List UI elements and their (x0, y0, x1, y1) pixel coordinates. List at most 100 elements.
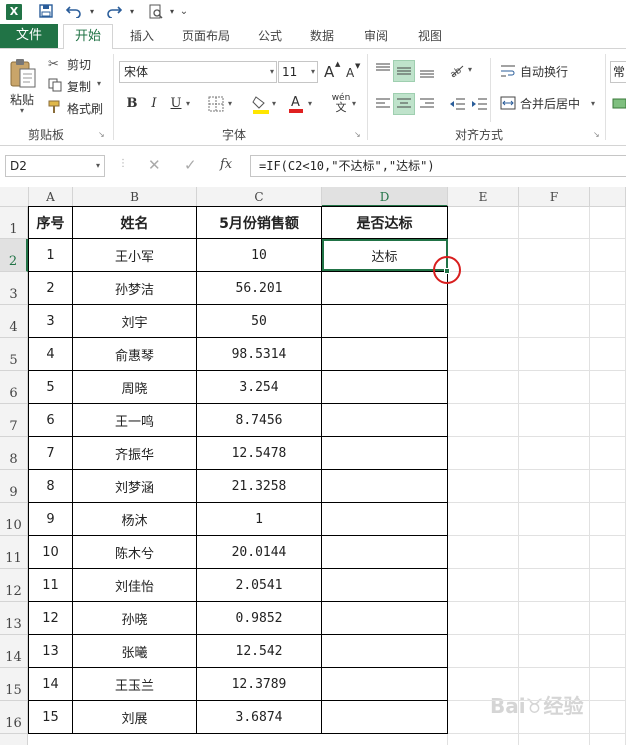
save-icon[interactable] (38, 4, 54, 20)
font-size-select[interactable]: 11 ▾ (278, 61, 318, 83)
cell-sales[interactable]: 21.3258 (197, 470, 322, 503)
cell-id[interactable]: 5 (29, 371, 73, 404)
column-header-partial[interactable] (590, 187, 626, 207)
print-preview-icon[interactable] (148, 4, 164, 20)
font-color-dropdown-icon[interactable]: ▾ (308, 99, 312, 108)
cell-name[interactable]: 刘展 (73, 701, 197, 734)
merge-dropdown-icon[interactable]: ▾ (591, 99, 595, 108)
row-header-10[interactable]: 10 (0, 503, 28, 536)
row-header-7[interactable]: 7 (0, 404, 28, 437)
header-cell[interactable]: 是否达标 (322, 207, 448, 239)
cut-button[interactable]: 剪切 (67, 55, 91, 75)
header-cell[interactable]: 姓名 (73, 207, 197, 239)
cell-id[interactable]: 11 (29, 569, 73, 602)
cell-status[interactable] (322, 668, 448, 701)
tab-view[interactable]: 视图 (408, 24, 452, 48)
cell-sales[interactable]: 12.3789 (197, 668, 322, 701)
cell-sales[interactable]: 2.0541 (197, 569, 322, 602)
row-header-2[interactable]: 2 (0, 239, 28, 272)
tab-file[interactable]: 文件 (0, 24, 58, 48)
header-cell[interactable]: 5月份销售额 (197, 207, 322, 239)
decrease-indent-icon[interactable] (448, 95, 466, 113)
phonetic-dropdown-icon[interactable]: ▾ (352, 99, 356, 108)
redo-dropdown-icon[interactable]: ▾ (124, 4, 140, 20)
borders-icon[interactable] (208, 96, 224, 112)
underline-button[interactable]: U (166, 94, 186, 114)
cell-status[interactable] (322, 503, 448, 536)
cell-sales[interactable]: 3.254 (197, 371, 322, 404)
orientation-icon[interactable]: ab (448, 61, 466, 81)
row-header-8[interactable]: 8 (0, 437, 28, 470)
row-header-14[interactable]: 14 (0, 635, 28, 668)
cell-id[interactable]: 7 (29, 437, 73, 470)
paste-dropdown-icon[interactable]: ▾ (20, 106, 24, 115)
cell-status[interactable] (322, 701, 448, 734)
cell-name[interactable]: 刘梦涵 (73, 470, 197, 503)
cell-id[interactable]: 8 (29, 470, 73, 503)
row-header-6[interactable]: 6 (0, 371, 28, 404)
align-top-icon[interactable] (374, 61, 392, 79)
cell-status[interactable] (322, 635, 448, 668)
cell-name[interactable]: 陈木兮 (73, 536, 197, 569)
cell-name[interactable]: 周晓 (73, 371, 197, 404)
cell-id[interactable]: 2 (29, 272, 73, 305)
row-header-3[interactable]: 3 (0, 272, 28, 305)
align-center-icon[interactable] (393, 93, 415, 115)
cell-id[interactable]: 15 (29, 701, 73, 734)
row-header-4[interactable]: 4 (0, 305, 28, 338)
select-all-corner[interactable] (0, 187, 29, 207)
cell-sales[interactable]: 1 (197, 503, 322, 536)
cell-sales[interactable]: 98.5314 (197, 338, 322, 371)
tab-insert[interactable]: 插入 (120, 24, 164, 48)
underline-dropdown-icon[interactable]: ▾ (186, 99, 190, 108)
cell-sales[interactable]: 8.7456 (197, 404, 322, 437)
shrink-font-icon[interactable]: A (346, 66, 354, 80)
cell-name[interactable]: 齐振华 (73, 437, 197, 470)
cell-sales[interactable]: 0.9852 (197, 602, 322, 635)
column-header-d[interactable]: D (322, 187, 448, 207)
number-format-select[interactable]: 常 (610, 61, 626, 83)
cell-status[interactable] (322, 305, 448, 338)
cell-id[interactable]: 4 (29, 338, 73, 371)
cell-name[interactable]: 张曦 (73, 635, 197, 668)
cell-name[interactable]: 孙晓 (73, 602, 197, 635)
cell-name[interactable]: 刘佳怡 (73, 569, 197, 602)
font-name-select[interactable]: 宋体 ▾ (119, 61, 277, 83)
confirm-entry-icon[interactable]: ✓ (184, 156, 197, 174)
row-header-11[interactable]: 11 (0, 536, 28, 569)
cell-name[interactable]: 孙梦洁 (73, 272, 197, 305)
cell-status[interactable] (322, 569, 448, 602)
wrap-text-icon[interactable] (500, 63, 516, 79)
orientation-dropdown-icon[interactable]: ▾ (468, 65, 472, 74)
alignment-launcher-icon[interactable]: ↘ (593, 130, 600, 139)
formula-input[interactable]: =IF(C2<10,"不达标","达标") (250, 155, 626, 177)
format-painter-button[interactable]: 格式刷 (67, 99, 103, 119)
cell-sales[interactable]: 20.0144 (197, 536, 322, 569)
row-header-15[interactable]: 15 (0, 668, 28, 701)
tab-data[interactable]: 数据 (300, 24, 344, 48)
copy-dropdown-icon[interactable]: ▾ (97, 79, 101, 88)
row-header-1[interactable]: 1 (0, 207, 28, 239)
customize-qat-icon[interactable]: ⌄ (176, 4, 192, 20)
cell-name[interactable]: 杨沐 (73, 503, 197, 536)
cell-id[interactable]: 10 (29, 536, 73, 569)
column-header-b[interactable]: B (73, 187, 197, 207)
cell-id[interactable]: 12 (29, 602, 73, 635)
cell-status[interactable] (322, 437, 448, 470)
cell-id[interactable]: 14 (29, 668, 73, 701)
align-middle-icon[interactable] (393, 60, 415, 82)
column-header-c[interactable]: C (197, 187, 322, 207)
tab-formulas[interactable]: 公式 (248, 24, 292, 48)
font-name-dropdown-icon[interactable]: ▾ (270, 62, 274, 82)
phonetic-guide-button[interactable]: wén 文 (330, 94, 352, 114)
cell-id[interactable]: 1 (29, 239, 73, 272)
fill-color-icon[interactable] (252, 94, 270, 114)
column-header-f[interactable]: F (519, 187, 590, 207)
undo-icon[interactable] (65, 4, 82, 20)
cell-id[interactable]: 13 (29, 635, 73, 668)
cell-status[interactable] (322, 371, 448, 404)
grow-font-icon[interactable]: A (324, 63, 334, 81)
cell-sales[interactable]: 10 (197, 239, 322, 272)
tab-home[interactable]: 开始 (63, 24, 113, 49)
cell-status[interactable] (322, 272, 448, 305)
